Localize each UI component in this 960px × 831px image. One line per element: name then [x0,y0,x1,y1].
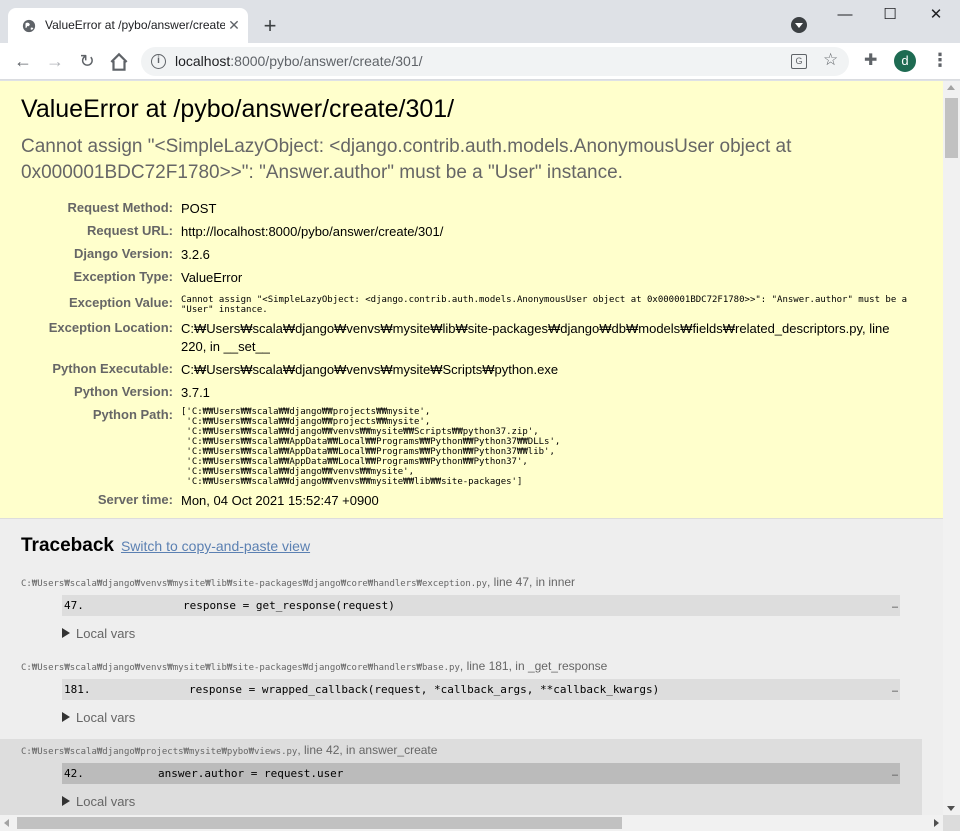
triangle-right-icon [62,628,70,638]
expand-context-icon[interactable]: … [892,679,898,700]
meta-row: Exception Location: C:₩Users₩scala₩django… [48,320,890,354]
tab-title: ValueError at /pybo/answer/create/301/ [45,18,225,32]
browser-tab[interactable]: ValueError at /pybo/answer/create/301/ ✕ [8,8,248,43]
frame-file-path: C:₩Users₩scala₩django₩projects₩mysite₩py… [21,747,298,757]
scrollbar-thumb[interactable] [945,98,958,158]
meta-row: Python Path: ['C:₩₩Users₩₩scala₩₩django₩₩… [92,407,561,487]
scroll-down-icon[interactable] [947,806,955,811]
avatar[interactable]: d [894,50,916,72]
extensions-icon[interactable]: ✚ [864,50,877,70]
local-vars-toggle[interactable]: Local vars [62,616,900,655]
meta-row: Python Executable: C:₩Users₩scala₩django₩… [52,361,559,377]
meta-row: Server time: Mon, 04 Oct 2021 15:52:47 +0… [97,492,379,508]
scroll-right-icon[interactable] [934,819,939,827]
info-icon[interactable]: i [151,54,166,69]
url-text[interactable]: localhost:8000/pybo/answer/create/301/ [175,53,423,69]
expand-context-icon[interactable]: … [892,763,898,784]
local-vars-toggle[interactable]: Local vars [62,700,900,739]
expand-context-icon[interactable]: … [892,595,898,616]
traceback-frame: C:₩Users₩scala₩django₩venvs₩mysite₩lib₩s… [0,655,922,739]
scrollbar-corner [943,815,960,831]
meta-row: Request Method: POST [67,200,217,216]
window-close-icon[interactable]: ✕ [925,6,947,24]
tab-strip: ValueError at /pybo/answer/create/301/ ✕… [0,0,960,43]
page-viewport: ValueError at /pybo/answer/create/301/ C… [0,81,943,815]
browser-toolbar: ← → ↻ i localhost:8000/pybo/answer/creat… [0,43,960,80]
frame-file-path: C:₩Users₩scala₩django₩venvs₩mysite₩lib₩s… [21,579,487,589]
traceback-frame: C:₩Users₩scala₩django₩venvs₩mysite₩lib₩s… [0,571,922,655]
menu-icon[interactable]: ⋮ [931,50,949,72]
error-summary: ValueError at /pybo/answer/create/301/ C… [0,81,943,519]
context-line[interactable]: 47. response = get_response(request) … [62,595,900,616]
close-icon[interactable]: ✕ [227,18,241,32]
meta-row: Exception Value: Cannot assign "<SimpleLa… [68,295,908,315]
triangle-right-icon [62,712,70,722]
traceback-section: Traceback Switch to copy-and-paste view … [0,519,943,815]
scroll-up-icon[interactable] [947,85,955,90]
star-icon[interactable]: ☆ [823,50,838,70]
meta-row: Django Version: 3.2.6 [74,246,210,262]
traceback-frame-user: C:₩Users₩scala₩django₩projects₩mysite₩py… [0,739,922,815]
minimize-icon[interactable]: — [834,6,856,24]
scroll-left-icon[interactable] [4,819,9,827]
context-line[interactable]: 181. response = wrapped_callback(request… [62,679,900,700]
traceback-heading: Traceback [21,535,114,556]
triangle-right-icon [62,796,70,806]
home-icon[interactable] [108,51,130,73]
tab-search-icon[interactable] [791,17,807,33]
scrollbar-thumb[interactable] [17,817,622,829]
back-icon[interactable]: ← [12,50,34,72]
translate-icon[interactable]: G [791,54,807,69]
reload-icon[interactable]: ↻ [76,50,98,72]
local-vars-toggle[interactable]: Local vars [62,784,900,815]
meta-row: Exception Type: ValueError [73,269,243,285]
request-meta-table: Request Method: POST Request URL: http://l… [21,198,911,513]
maximize-icon[interactable]: ☐ [879,6,901,24]
switch-view-link[interactable]: Switch to copy-and-paste view [121,538,310,554]
forward-icon[interactable]: → [44,50,66,72]
frame-file-path: C:₩Users₩scala₩django₩venvs₩mysite₩lib₩s… [21,663,460,673]
vertical-scrollbar[interactable] [943,81,960,815]
plus-icon[interactable]: + [260,15,280,37]
horizontal-scrollbar[interactable] [0,815,943,831]
address-bar[interactable]: i localhost:8000/pybo/answer/create/301/… [141,47,849,76]
globe-icon [22,19,36,33]
meta-row: Python Version: 3.7.1 [74,384,210,400]
context-line[interactable]: 42. answer.author = request.user … [62,763,900,784]
exception-message: Cannot assign "<SimpleLazyObject: <djang… [21,136,792,183]
meta-row: Request URL: http://localhost:8000/pybo/a… [87,223,444,239]
page-title: ValueError at /pybo/answer/create/301/ [21,95,455,123]
